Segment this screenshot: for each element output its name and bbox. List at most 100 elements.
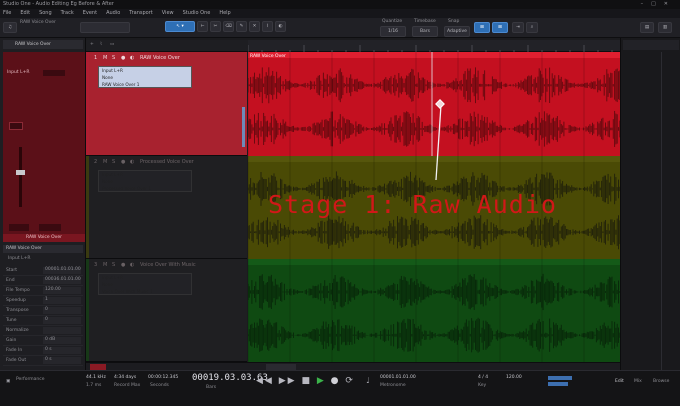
- inspector-row-value[interactable]: 0: [43, 307, 81, 314]
- menu-item-file[interactable]: File: [3, 9, 11, 18]
- track-headers: 1 M S ● ◐ RAW Voice Over Input L+R None RAW Voic…: [86, 52, 247, 362]
- inspector-row-value[interactable]: [43, 327, 81, 334]
- mix-tab[interactable]: Mix: [634, 379, 642, 384]
- track-output[interactable]: None: [102, 282, 113, 287]
- snap-dropdown[interactable]: Adaptive: [444, 26, 470, 37]
- menu-item-edit[interactable]: Edit: [20, 9, 30, 18]
- monitor-icon[interactable]: ◐: [130, 262, 134, 268]
- timebase-dropdown[interactable]: Bars: [412, 26, 438, 37]
- track-color-strip: [86, 259, 89, 361]
- track-header[interactable]: 1 M S ● ◐ RAW Voice Over Input L+R None RAW Voic…: [86, 52, 247, 156]
- loop-start[interactable]: 00001.01.01.00: [380, 375, 416, 380]
- snap-toggle-button[interactable]: ⊞: [474, 22, 490, 33]
- eraser-tool-icon[interactable]: ⌫: [223, 21, 234, 32]
- key-label: Key: [478, 383, 487, 388]
- inspector-row-value[interactable]: 1: [43, 297, 81, 304]
- track-output[interactable]: None: [102, 75, 113, 80]
- track-channel[interactable]: Voice Over With Music 1: [102, 289, 153, 294]
- stop-icon[interactable]: ■: [301, 376, 312, 386]
- bend-tool-icon[interactable]: ⌇: [262, 21, 273, 32]
- metronome-icon[interactable]: ♩: [366, 376, 370, 385]
- tempo[interactable]: 120.00: [506, 375, 522, 380]
- track-output[interactable]: None: [102, 179, 113, 184]
- monitor-button[interactable]: [9, 224, 29, 231]
- menu-item-transport[interactable]: Transport: [129, 9, 152, 18]
- edit-tab[interactable]: Edit: [615, 379, 624, 384]
- mute-button[interactable]: M: [103, 55, 107, 61]
- zoom-icon[interactable]: ⌕: [526, 22, 538, 33]
- track-scroll-handle[interactable]: [242, 107, 245, 147]
- record-arm-icon[interactable]: ●: [121, 159, 125, 165]
- track-header[interactable]: 3 M S ● ◐ Voice Over With Music Input L+R None V…: [86, 259, 247, 362]
- mute-button[interactable]: M: [103, 159, 107, 165]
- menu-item-studio-one[interactable]: Studio One: [183, 9, 211, 18]
- inspector-row: File Tempo 120.00: [3, 286, 83, 296]
- volume-fader[interactable]: [16, 170, 25, 175]
- split-tool-icon[interactable]: ✂: [210, 21, 221, 32]
- inspector-toggle-icon[interactable]: ▤: [640, 22, 654, 33]
- inspector-row-value[interactable]: 0 s: [43, 357, 81, 364]
- solo-button[interactable]: S: [112, 262, 115, 268]
- automation-icon[interactable]: ⌇: [100, 42, 102, 47]
- range-tool-icon[interactable]: ⊢: [197, 21, 208, 32]
- window-controls[interactable]: –□✕: [641, 0, 676, 9]
- grid-toggle-button[interactable]: ⊞: [492, 22, 508, 33]
- track-input[interactable]: Input L+R: [102, 275, 123, 280]
- seconds-value: 00:00:12.345: [148, 375, 179, 380]
- track-name[interactable]: RAW Voice Over: [140, 55, 180, 61]
- inspector-row-value[interactable]: 0: [43, 317, 81, 324]
- solo-button[interactable]: S: [112, 55, 115, 61]
- monitor-icon[interactable]: ◐: [130, 55, 134, 61]
- record-icon[interactable]: ●: [331, 376, 341, 386]
- menu-item-audio[interactable]: Audio: [106, 9, 120, 18]
- browser-toggle-icon[interactable]: ▥: [658, 22, 672, 33]
- track-channel[interactable]: Processed Voice Over 1: [102, 186, 151, 191]
- inspector-row-value[interactable]: 00036.01.01.00: [43, 277, 81, 284]
- track-name[interactable]: Voice Over With Music: [140, 262, 196, 268]
- browse-tab[interactable]: Browse: [653, 379, 669, 384]
- channel-input[interactable]: Input L+R: [7, 70, 30, 75]
- record-arm-icon[interactable]: ●: [121, 262, 125, 268]
- mute-tool-icon[interactable]: ✕: [249, 21, 260, 32]
- folder-icon[interactable]: ▭: [110, 42, 114, 47]
- track-dropdown[interactable]: [80, 22, 130, 33]
- track-channel[interactable]: RAW Voice Over 1: [102, 82, 139, 87]
- track-input[interactable]: Input L+R: [102, 172, 123, 177]
- solo-button[interactable]: S: [112, 159, 115, 165]
- inspector-row: Tune 0: [3, 316, 83, 326]
- song-icon[interactable]: ♫: [3, 22, 17, 33]
- timeline-ruler[interactable]: [247, 40, 620, 55]
- add-track-icon[interactable]: +: [90, 42, 94, 47]
- track-name[interactable]: Processed Voice Over: [140, 159, 194, 165]
- inspector-row-value[interactable]: 120.00: [43, 287, 81, 294]
- track-header[interactable]: 2 M S ● ◐ Processed Voice Over Input L+R None Pr…: [86, 156, 247, 259]
- record-arm-icon[interactable]: ●: [121, 55, 125, 61]
- pan-knob[interactable]: [9, 122, 23, 130]
- metronome-label: Metronome: [380, 383, 406, 388]
- arrow-tool-button[interactable]: ↖ ▾: [165, 21, 195, 32]
- listen-tool-icon[interactable]: ◐: [275, 21, 286, 32]
- menu-item-view[interactable]: View: [162, 9, 174, 18]
- mute-button[interactable]: M: [103, 262, 107, 268]
- inspector-row-value[interactable]: 0 dB: [43, 337, 81, 344]
- output-dropdown[interactable]: [39, 224, 61, 231]
- loop-icon[interactable]: ⟳: [345, 376, 355, 386]
- signature[interactable]: 4 / 4: [478, 375, 488, 380]
- rewind-icon[interactable]: ◀◀: [256, 376, 274, 386]
- paint-tool-icon[interactable]: ✎: [236, 21, 247, 32]
- forward-icon[interactable]: ▶▶: [279, 376, 297, 386]
- menu-item-song[interactable]: Song: [39, 9, 52, 18]
- play-icon[interactable]: ▶: [317, 376, 326, 386]
- quantize-dropdown[interactable]: 1/16: [380, 26, 406, 37]
- inspector-row-value[interactable]: 00001.01.01.00: [43, 267, 81, 274]
- monitor-icon[interactable]: ◐: [130, 159, 134, 165]
- input-dropdown[interactable]: [43, 70, 65, 76]
- transport-buttons[interactable]: ◀◀ ▶▶ ■ ▶ ● ⟳: [256, 376, 355, 386]
- inspector-row-value[interactable]: 0 s: [43, 347, 81, 354]
- track-input[interactable]: Input L+R: [102, 68, 123, 73]
- autoscroll-icon[interactable]: ⇥: [512, 22, 524, 33]
- cpu-icon[interactable]: ▣: [6, 379, 10, 384]
- menu-item-event[interactable]: Event: [83, 9, 97, 18]
- menu-item-help[interactable]: Help: [219, 9, 230, 18]
- menu-item-track[interactable]: Track: [61, 9, 74, 18]
